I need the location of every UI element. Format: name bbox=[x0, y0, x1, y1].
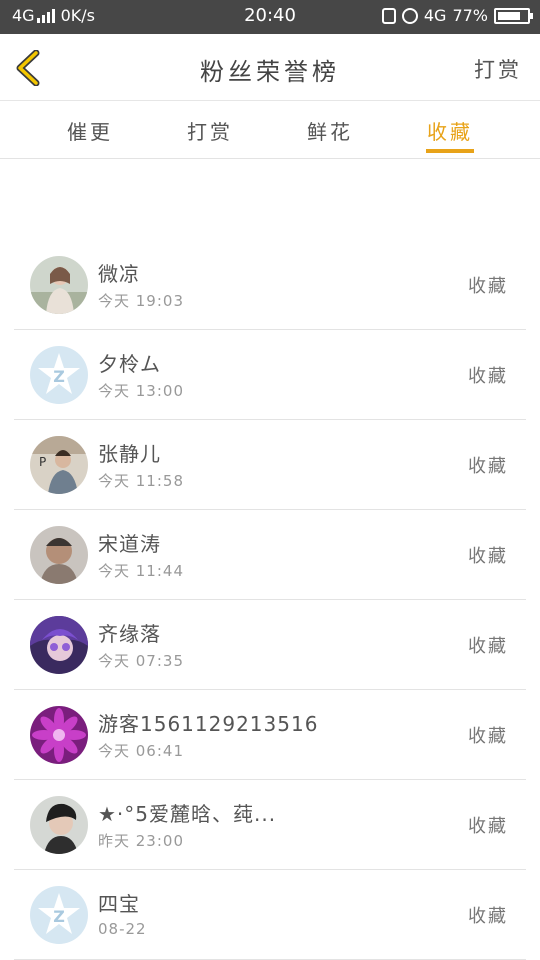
alarm-icon bbox=[401, 7, 418, 24]
fan-list: 微凉 今天 19:03 收藏 Z 夕柃ム 今天 13:00 收藏 P 张静儿 今… bbox=[14, 240, 526, 960]
avatar bbox=[30, 526, 88, 584]
fan-name: 微凉 bbox=[98, 262, 140, 286]
fan-name: 宋道涛 bbox=[98, 532, 161, 556]
list-item[interactable]: P 张静儿 今天 11:58 收藏 bbox=[14, 420, 526, 510]
fan-time: 今天 11:58 bbox=[98, 472, 184, 490]
fan-name: 游客1561129213516 bbox=[98, 712, 319, 736]
svg-text:Z: Z bbox=[53, 907, 65, 926]
default-avatar-icon: Z bbox=[30, 346, 88, 404]
avatar bbox=[30, 616, 88, 674]
collect-label: 收藏 bbox=[468, 636, 508, 657]
fan-time: 今天 19:03 bbox=[98, 292, 184, 310]
list-item[interactable]: Z 四宝 08-22 收藏 bbox=[14, 870, 526, 960]
fan-name: 齐缘落 bbox=[98, 622, 161, 646]
fan-time: 今天 13:00 bbox=[98, 382, 184, 400]
tab-urge[interactable]: 催更 bbox=[45, 116, 135, 145]
fan-time: 今天 06:41 bbox=[98, 742, 184, 760]
page-title: 粉丝荣誉榜 bbox=[200, 58, 340, 86]
svg-text:P: P bbox=[39, 455, 46, 469]
fan-name: 四宝 bbox=[98, 892, 140, 916]
default-avatar-icon: Z bbox=[30, 886, 88, 944]
download-icon bbox=[381, 7, 396, 24]
list-item[interactable]: 宋道涛 今天 11:44 收藏 bbox=[14, 510, 526, 600]
battery-percent: 77% bbox=[452, 6, 488, 25]
reward-button[interactable]: 打赏 bbox=[474, 54, 522, 84]
list-item[interactable]: 微凉 今天 19:03 收藏 bbox=[14, 240, 526, 330]
fan-time: 08-22 bbox=[98, 920, 147, 938]
tab-reward[interactable]: 打赏 bbox=[165, 116, 255, 145]
active-tab-indicator bbox=[426, 149, 474, 153]
list-item[interactable]: ★·°5爱麓晗、莼... 昨天 23:00 收藏 bbox=[14, 780, 526, 870]
avatar bbox=[30, 256, 88, 314]
collect-label: 收藏 bbox=[468, 366, 508, 387]
avatar bbox=[30, 796, 88, 854]
tab-flowers[interactable]: 鲜花 bbox=[285, 116, 375, 145]
fan-time: 今天 07:35 bbox=[98, 652, 184, 670]
avatar bbox=[30, 706, 88, 764]
title-bar: 粉丝荣誉榜 打赏 bbox=[0, 34, 540, 101]
list-item[interactable]: 齐缘落 今天 07:35 收藏 bbox=[14, 600, 526, 690]
collect-label: 收藏 bbox=[468, 456, 508, 477]
tab-bar: 催更 打赏 鲜花 收藏 bbox=[0, 101, 540, 159]
list-item[interactable]: 游客1561129213516 今天 06:41 收藏 bbox=[14, 690, 526, 780]
fan-name: 张静儿 bbox=[98, 442, 161, 466]
status-bar: 4G 0K/s 20:40 4G 77% bbox=[0, 0, 540, 34]
avatar: P bbox=[30, 436, 88, 494]
collect-label: 收藏 bbox=[468, 276, 508, 297]
battery-icon bbox=[494, 7, 533, 24]
svg-text:Z: Z bbox=[53, 367, 65, 386]
collect-label: 收藏 bbox=[468, 816, 508, 837]
list-item[interactable]: Z 夕柃ム 今天 13:00 收藏 bbox=[14, 330, 526, 420]
fan-name: 夕柃ム bbox=[98, 352, 161, 376]
fan-name: ★·°5爱麓晗、莼... bbox=[98, 802, 277, 826]
collect-label: 收藏 bbox=[468, 726, 508, 747]
battery-fill bbox=[498, 11, 520, 20]
collect-label: 收藏 bbox=[468, 906, 508, 927]
status-right: 4G 77% bbox=[381, 6, 533, 25]
fan-time: 今天 11:44 bbox=[98, 562, 184, 580]
tab-collect[interactable]: 收藏 bbox=[405, 116, 495, 145]
network-type-right: 4G bbox=[423, 6, 447, 25]
fan-time: 昨天 23:00 bbox=[98, 832, 184, 850]
collect-label: 收藏 bbox=[468, 546, 508, 567]
